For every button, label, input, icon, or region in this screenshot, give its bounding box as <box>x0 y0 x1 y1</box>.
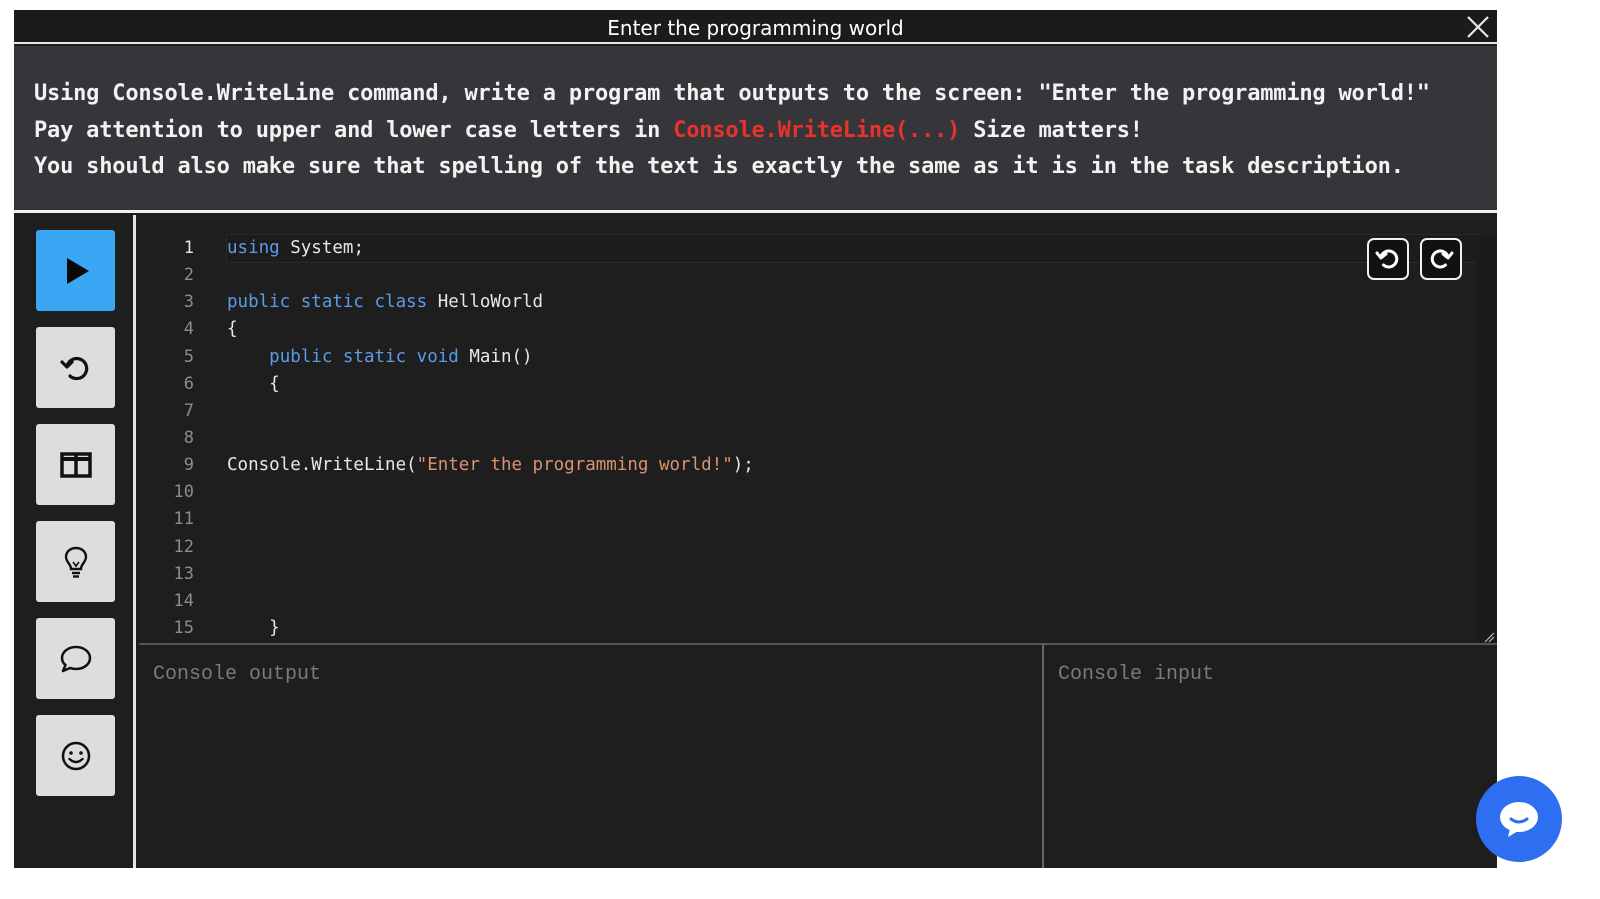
code-line[interactable] <box>227 506 1477 533</box>
hint-button[interactable] <box>36 521 115 602</box>
resize-handle-icon[interactable] <box>1483 631 1495 643</box>
code-text: Main() <box>458 346 533 367</box>
console-input-field[interactable] <box>1044 645 1497 868</box>
lightbulb-icon <box>64 546 87 578</box>
console-input-panel <box>1044 643 1497 868</box>
code-line[interactable] <box>227 534 1477 561</box>
code-text: Console.WriteLine( <box>227 455 417 476</box>
smiley-icon <box>61 741 90 770</box>
code-string: "Enter the programming world!" <box>416 455 733 476</box>
task-description: Using Console.WriteLine command, write a… <box>14 46 1497 213</box>
line-number: 9 <box>183 455 194 476</box>
line-number: 14 <box>173 590 194 611</box>
console-output-field[interactable] <box>139 645 1042 868</box>
line-number-gutter: 1 2 3 4 5 6 7 8 9 10 11 12 13 14 15 <box>139 235 194 642</box>
line-number: 5 <box>183 346 194 367</box>
code-line[interactable] <box>227 425 1477 452</box>
line-number: 3 <box>183 292 194 313</box>
undo-icon <box>1375 249 1399 269</box>
close-button[interactable] <box>1463 12 1493 42</box>
task-line-2-suffix: Size matters! <box>960 117 1143 143</box>
close-icon <box>1467 16 1489 38</box>
code-line[interactable] <box>227 479 1477 506</box>
window-title: Enter the programming world <box>607 16 904 40</box>
layout-button[interactable] <box>36 424 115 505</box>
code-line[interactable]: using System; <box>226 233 1478 264</box>
task-line-2: Pay attention to upper and lower case le… <box>34 113 1497 150</box>
chat-widget-button[interactable] <box>1476 776 1562 862</box>
run-button[interactable] <box>36 230 115 311</box>
code-keyword: public static void <box>269 346 459 367</box>
line-number: 4 <box>183 319 194 340</box>
line-number: 6 <box>183 373 194 394</box>
code-line[interactable]: } <box>227 615 1477 642</box>
code-text: HelloWorld <box>427 292 544 313</box>
reset-button[interactable] <box>36 327 115 408</box>
code-line[interactable] <box>227 262 1477 289</box>
chat-icon <box>60 645 91 672</box>
code-text: { <box>227 319 238 340</box>
code-keyword: public static class <box>227 292 428 313</box>
task-line-3: You should also make sure that spelling … <box>34 154 1404 179</box>
feedback-button[interactable] <box>36 715 115 796</box>
line-number: 8 <box>183 427 194 448</box>
comments-button[interactable] <box>36 618 115 699</box>
side-toolbar <box>14 215 136 868</box>
code-line[interactable]: public static void Main() <box>227 344 1477 371</box>
redo-icon <box>1430 249 1454 269</box>
code-area[interactable]: using System; public static class HelloW… <box>226 233 1478 642</box>
play-icon <box>66 257 89 284</box>
code-text: ); <box>732 455 754 476</box>
task-highlight-code: Console.WriteLine(...) <box>673 117 961 143</box>
redo-button[interactable] <box>1420 238 1462 280</box>
code-line[interactable] <box>227 561 1477 588</box>
editor-window: Enter the programming world Using Consol… <box>14 10 1497 868</box>
split-layout-icon <box>59 451 92 478</box>
chat-bubble-icon <box>1500 802 1538 837</box>
line-number: 12 <box>173 536 194 557</box>
code-text: } <box>227 617 280 638</box>
console-output-panel <box>139 643 1044 868</box>
code-line[interactable] <box>227 588 1477 615</box>
reset-icon <box>59 356 88 380</box>
code-text: { <box>227 373 280 394</box>
code-line[interactable]: { <box>227 316 1477 343</box>
code-editor[interactable]: 1 2 3 4 5 6 7 8 9 10 11 12 13 14 15 usin… <box>139 215 1497 645</box>
editor-scrollbar[interactable] <box>1477 235 1497 645</box>
code-line[interactable]: Console.WriteLine("Enter the programming… <box>227 452 1477 479</box>
title-bar: Enter the programming world <box>14 10 1497 44</box>
code-line[interactable]: { <box>227 371 1477 398</box>
undo-button[interactable] <box>1367 238 1409 280</box>
line-number: 1 <box>183 238 194 258</box>
line-number: 11 <box>173 509 194 530</box>
task-line-1: Using Console.WriteLine command, write a… <box>34 81 1430 106</box>
line-number: 2 <box>183 265 194 286</box>
code-line[interactable]: public static class HelloWorld <box>227 289 1477 316</box>
code-text: System; <box>279 238 364 258</box>
code-line[interactable] <box>227 398 1477 425</box>
line-number: 13 <box>173 563 194 584</box>
code-keyword: using <box>227 238 280 258</box>
line-number: 15 <box>173 617 194 638</box>
line-number: 7 <box>183 400 194 421</box>
line-number: 10 <box>173 482 194 503</box>
task-line-2-text: Pay attention to upper and lower case le… <box>34 117 674 143</box>
